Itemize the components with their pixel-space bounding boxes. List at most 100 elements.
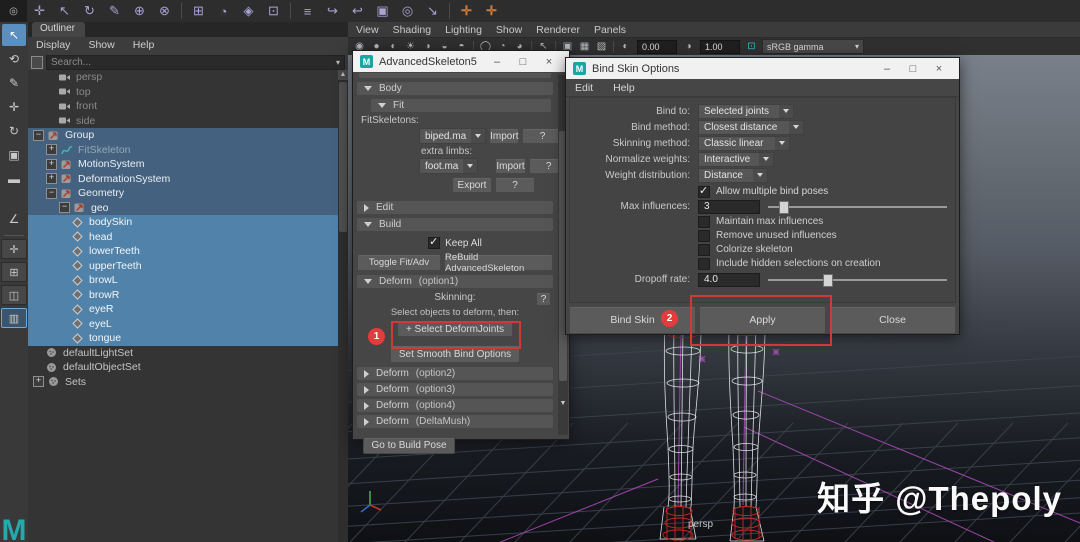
toggle-fit-adv-button[interactable]: Toggle Fit/Adv [357, 254, 441, 271]
render-target-icon[interactable]: ◎ [395, 3, 420, 19]
section-deform-option2[interactable]: Deform(option2) [357, 367, 553, 380]
rotate-view-icon[interactable]: ↻ [77, 3, 102, 19]
exposure-field[interactable]: 0.00 [637, 40, 677, 54]
outliner-item-tongue[interactable]: tongue [28, 331, 338, 346]
lasso-select-icon[interactable]: ✎ [102, 3, 127, 19]
viewport-menu-shading[interactable]: Shading [393, 24, 432, 36]
bind-skin-titlebar[interactable]: M Bind Skin Options – □ × [566, 58, 959, 79]
scrollbar-thumb[interactable] [339, 82, 347, 232]
bind-dialog-menu-edit[interactable]: Edit [575, 82, 593, 94]
color-management-icon[interactable]: ⊡ [743, 41, 760, 52]
bind-method-select[interactable]: Closest distance [698, 120, 804, 135]
import-extra-limb-button[interactable]: Import [495, 158, 525, 174]
viewport-menu-panels[interactable]: Panels [594, 24, 626, 36]
viewport-menu-renderer[interactable]: Renderer [536, 24, 580, 36]
scroll-up-icon[interactable]: ▲ [338, 70, 348, 80]
search-dropdown-icon[interactable]: ▾ [336, 58, 340, 67]
outliner-item-persp[interactable]: persp [28, 70, 338, 85]
outliner-item-Geometry[interactable]: −Geometry [28, 186, 338, 201]
dropoff-rate-field[interactable]: 4.0 [698, 273, 760, 287]
outliner-item-side[interactable]: side [28, 114, 338, 129]
export-button[interactable]: Export [452, 177, 492, 193]
section-deform-option1[interactable]: Deform(option1) [357, 275, 553, 288]
outliner-item-browR[interactable]: browR [28, 288, 338, 303]
colorize-skeleton-checkbox[interactable] [698, 244, 710, 256]
move-tool-icon[interactable]: ✛ [27, 3, 52, 19]
snap-view-icon[interactable]: ⊡ [261, 3, 286, 19]
checker-icon[interactable]: ▨ [593, 41, 610, 52]
outliner-item-eyeR[interactable]: eyeR [28, 302, 338, 317]
section-fit[interactable]: Fit [371, 99, 551, 112]
skinning-method-select[interactable]: Classic linear [698, 136, 790, 151]
layout-two-pane-button[interactable]: ◫ [1, 285, 27, 305]
allow-multiple-bind-poses-checkbox[interactable] [698, 186, 710, 198]
collapse-icon[interactable]: − [33, 130, 44, 141]
select-cursor-icon[interactable]: ↖ [52, 3, 77, 19]
maximize-button[interactable]: □ [900, 63, 926, 75]
add-attribute-2-icon[interactable]: ✛ [479, 3, 504, 19]
view-transform-select[interactable]: sRGB gamma▾ [762, 39, 864, 54]
include-hidden-selections-on-creation-checkbox[interactable] [698, 258, 710, 270]
outliner-item-browL[interactable]: browL [28, 273, 338, 288]
move-tool[interactable]: ✛ [2, 96, 26, 118]
expand-icon[interactable]: + [46, 159, 57, 170]
outliner-item-Sets[interactable]: +Sets [28, 375, 338, 390]
viewport-menu-show[interactable]: Show [496, 24, 522, 36]
snap-poly-icon[interactable]: ◈ [236, 3, 261, 19]
section-deform-DeltaMush[interactable]: Deform(DeltaMush) [357, 415, 553, 428]
extra-limb-file-select[interactable]: foot.ma [419, 158, 478, 174]
layout-four-pane-button[interactable]: ⊞ [1, 262, 27, 282]
minimize-button[interactable]: – [484, 56, 510, 68]
gamma-field[interactable]: 1.00 [700, 40, 740, 54]
outliner-menu-help[interactable]: Help [133, 39, 155, 51]
import-fitskeleton-button[interactable]: Import [489, 128, 519, 144]
weight-distribution-select[interactable]: Distance [698, 168, 768, 183]
rotate-tool[interactable]: ↻ [2, 120, 26, 142]
add-attribute-icon[interactable]: ✛ [454, 3, 479, 19]
viewport-menu-view[interactable]: View [356, 24, 379, 36]
maintain-max-influences-checkbox[interactable] [698, 216, 710, 228]
max-influences-field[interactable]: 3 [698, 200, 760, 214]
exposure-icon[interactable]: ◐ [617, 41, 634, 52]
snap-curve-icon[interactable]: ◔ [211, 4, 236, 19]
joint-angle-tool[interactable]: ∠ [2, 208, 26, 230]
expand-icon[interactable]: + [33, 376, 44, 387]
outliner-item-head[interactable]: head [28, 230, 338, 245]
select-tool[interactable]: ↖ [2, 24, 26, 46]
collapse-icon[interactable]: − [59, 202, 70, 213]
lasso-tool[interactable]: ⟲ [2, 48, 26, 70]
viewport-menu-lighting[interactable]: Lighting [445, 24, 482, 36]
paint-select-tool[interactable]: ✎ [2, 72, 26, 94]
expand-icon[interactable]: + [46, 173, 57, 184]
outliner-item-defaultObjectSet[interactable]: defaultObjectSet [28, 360, 338, 375]
section-build[interactable]: Build [357, 218, 553, 231]
outliner-item-lowerTeeth[interactable]: lowerTeeth [28, 244, 338, 259]
outliner-item-MotionSystem[interactable]: +MotionSystem [28, 157, 338, 172]
collapse-icon[interactable]: − [46, 188, 57, 199]
bind-to-select[interactable]: Selected joints [698, 104, 794, 119]
outliner-menu-display[interactable]: Display [36, 39, 70, 51]
make-live-icon[interactable]: ≡ [295, 4, 320, 19]
section-deform-option3[interactable]: Deform(option3) [357, 383, 553, 396]
section-edit[interactable]: Edit [357, 201, 553, 214]
keep-all-checkbox[interactable] [428, 237, 440, 249]
outliner-tab[interactable]: Outliner [32, 22, 85, 37]
close-button[interactable]: × [536, 56, 562, 68]
outliner-search-input[interactable]: Search... ▾ [46, 55, 345, 70]
outliner-item-front[interactable]: front [28, 99, 338, 114]
outliner-item-Group[interactable]: −Group [28, 128, 338, 143]
layout-outliner-persp-button[interactable]: ▥ [1, 308, 27, 328]
outliner-item-FitSkeleton[interactable]: +FitSkeleton [28, 143, 338, 158]
sequence-icon[interactable]: ▦ [576, 41, 593, 52]
expand-icon[interactable]: + [46, 144, 57, 155]
outliner-item-geo[interactable]: −geo [28, 201, 338, 216]
output-connection-icon[interactable]: ↩ [345, 3, 370, 19]
construction-history-icon[interactable]: ▣ [370, 3, 395, 19]
outliner-item-defaultLightSet[interactable]: defaultLightSet [28, 346, 338, 361]
pane-navigation-button[interactable]: ✛ [1, 239, 27, 259]
close-dialog-button[interactable]: Close [829, 306, 956, 334]
go-to-build-pose-button[interactable]: Go to Build Pose [363, 437, 455, 454]
slider-handle[interactable] [779, 201, 789, 214]
max-influences-slider[interactable] [768, 200, 947, 213]
rebuild-advancedskeleton-button[interactable]: ReBuild AdvancedSkeleton [444, 254, 553, 271]
